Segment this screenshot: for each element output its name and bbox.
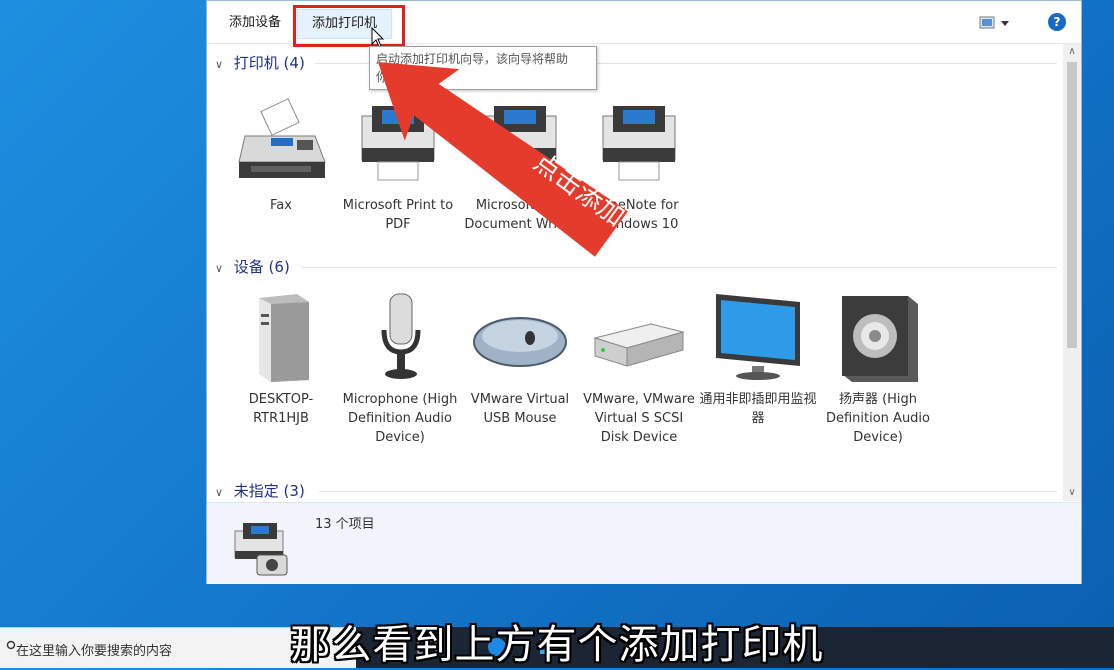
device-label: Fax bbox=[270, 198, 292, 213]
device-label: VMware, VMware Virtual S SCSI Disk Devic… bbox=[583, 392, 695, 445]
device-label: 扬声器 (High Definition Audio Device) bbox=[825, 392, 931, 445]
microphone-icon bbox=[381, 293, 421, 379]
device-label: 通用非即插即用监视器 bbox=[699, 392, 817, 426]
change-view-icon[interactable] bbox=[979, 14, 1011, 32]
highlight-box bbox=[293, 5, 405, 47]
scrollbar-thumb[interactable] bbox=[1067, 62, 1077, 348]
add-device-button[interactable]: 添加设备 bbox=[215, 9, 295, 37]
divider bbox=[319, 491, 1057, 492]
section-title: 打印机 (4) bbox=[233, 54, 305, 72]
device-item[interactable]: 扬声器 (High Definition Audio Device) bbox=[819, 290, 937, 447]
video-subtitle: 那么看到上方有个添加打印机 bbox=[290, 622, 824, 668]
chevron-down-icon: ∨ bbox=[215, 486, 224, 499]
divider bbox=[301, 267, 1057, 268]
vertical-scrollbar[interactable]: ∧ ∨ bbox=[1063, 44, 1081, 501]
section-title: 设备 (6) bbox=[233, 258, 290, 276]
device-label: Microphone (High Definition Audio Device… bbox=[342, 392, 458, 445]
device-item[interactable]: DESKTOP-RTR1HJB bbox=[222, 290, 340, 428]
monitor-icon bbox=[716, 294, 800, 380]
command-bar: 添加设备 添加打印机 ? bbox=[207, 1, 1081, 48]
device-item[interactable]: VMware Virtual USB Mouse bbox=[461, 290, 579, 428]
chevron-down-icon: ∨ bbox=[215, 262, 224, 275]
scroll-down-icon[interactable]: ∨ bbox=[1063, 485, 1081, 501]
speaker-icon bbox=[842, 296, 918, 382]
details-pane: 13 个项目 bbox=[207, 502, 1081, 584]
section-title: 未指定 (3) bbox=[233, 482, 305, 500]
device-item[interactable]: VMware, VMware Virtual S SCSI Disk Devic… bbox=[580, 290, 698, 447]
section-unspecified[interactable]: ∨ 未指定 (3) bbox=[215, 480, 1057, 501]
fax-icon bbox=[238, 98, 326, 178]
item-count: 13 个项目 bbox=[315, 517, 375, 532]
computer-tower-icon bbox=[259, 294, 309, 382]
printer-camera-icon bbox=[234, 523, 288, 576]
device-label: DESKTOP-RTR1HJB bbox=[248, 392, 314, 426]
annotation-arrow: 点击添加 bbox=[378, 62, 630, 257]
disk-drive-icon bbox=[593, 323, 685, 367]
device-item[interactable]: Fax bbox=[222, 96, 340, 215]
chevron-down-icon: ∨ bbox=[215, 58, 224, 71]
help-button[interactable]: ? bbox=[1048, 13, 1066, 31]
device-item[interactable]: 通用非即插即用监视器 bbox=[699, 290, 817, 428]
mouse-icon bbox=[473, 317, 567, 367]
device-item[interactable]: Microphone (High Definition Audio Device… bbox=[341, 290, 459, 447]
device-label: VMware Virtual USB Mouse bbox=[470, 392, 570, 426]
scroll-up-icon[interactable]: ∧ bbox=[1063, 44, 1081, 60]
